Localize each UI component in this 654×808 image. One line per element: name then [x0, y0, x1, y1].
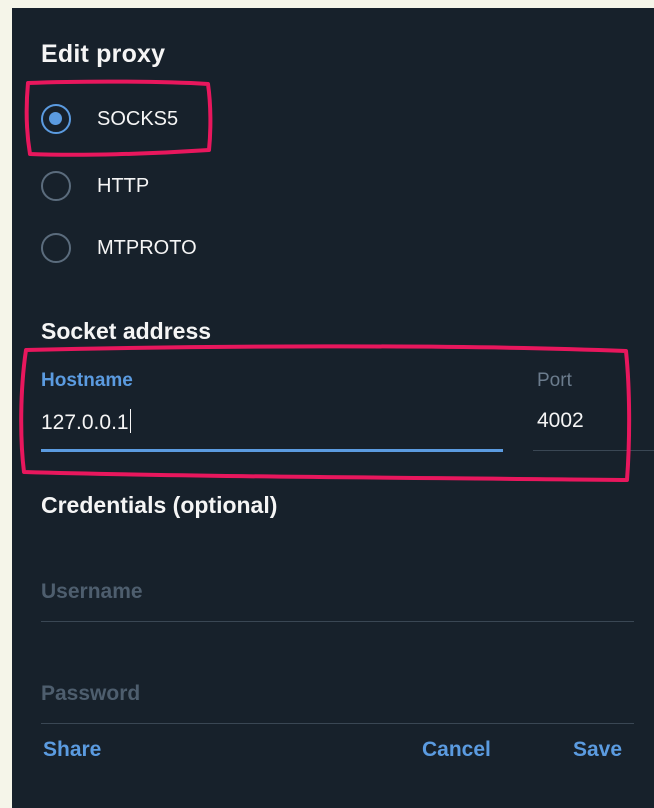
username-placeholder: Username: [41, 580, 143, 603]
radio-label-socks5: SOCKS5: [97, 108, 179, 130]
radio-dot-icon: [49, 112, 62, 125]
hostname-label: Hostname: [41, 370, 133, 391]
credentials-title: Credentials (optional): [41, 492, 278, 518]
radio-checked-icon: [41, 104, 71, 134]
text-cursor: [129, 409, 132, 433]
socket-address-title: Socket address: [41, 318, 212, 344]
hostname-input[interactable]: 127.0.0.1: [41, 409, 132, 435]
port-label: Port: [537, 370, 572, 391]
radio-label-http: HTTP: [97, 175, 150, 197]
radio-unchecked-icon: [41, 171, 71, 201]
share-button[interactable]: Share: [43, 738, 101, 762]
password-placeholder: Password: [41, 682, 141, 705]
dialog-title: Edit proxy: [41, 40, 166, 68]
hostname-value: 127.0.0.1: [41, 411, 129, 434]
port-value: 4002: [537, 409, 584, 432]
hostname-underline: [41, 449, 503, 452]
port-underline: [533, 450, 654, 451]
radio-label-mtproto: MTPROTO: [97, 237, 197, 259]
radio-unchecked-icon: [41, 233, 71, 263]
port-input[interactable]: 4002: [537, 409, 584, 433]
radio-socks5[interactable]: SOCKS5: [41, 104, 301, 144]
radio-mtproto[interactable]: MTPROTO: [41, 233, 301, 273]
cancel-button[interactable]: Cancel: [422, 738, 491, 762]
save-button[interactable]: Save: [573, 738, 622, 762]
username-underline: [41, 621, 634, 622]
radio-http[interactable]: HTTP: [41, 171, 301, 211]
password-underline: [41, 723, 634, 724]
edit-proxy-dialog: Edit proxy SOCKS5 HTTP MTPROTO Socket ad…: [12, 8, 654, 808]
